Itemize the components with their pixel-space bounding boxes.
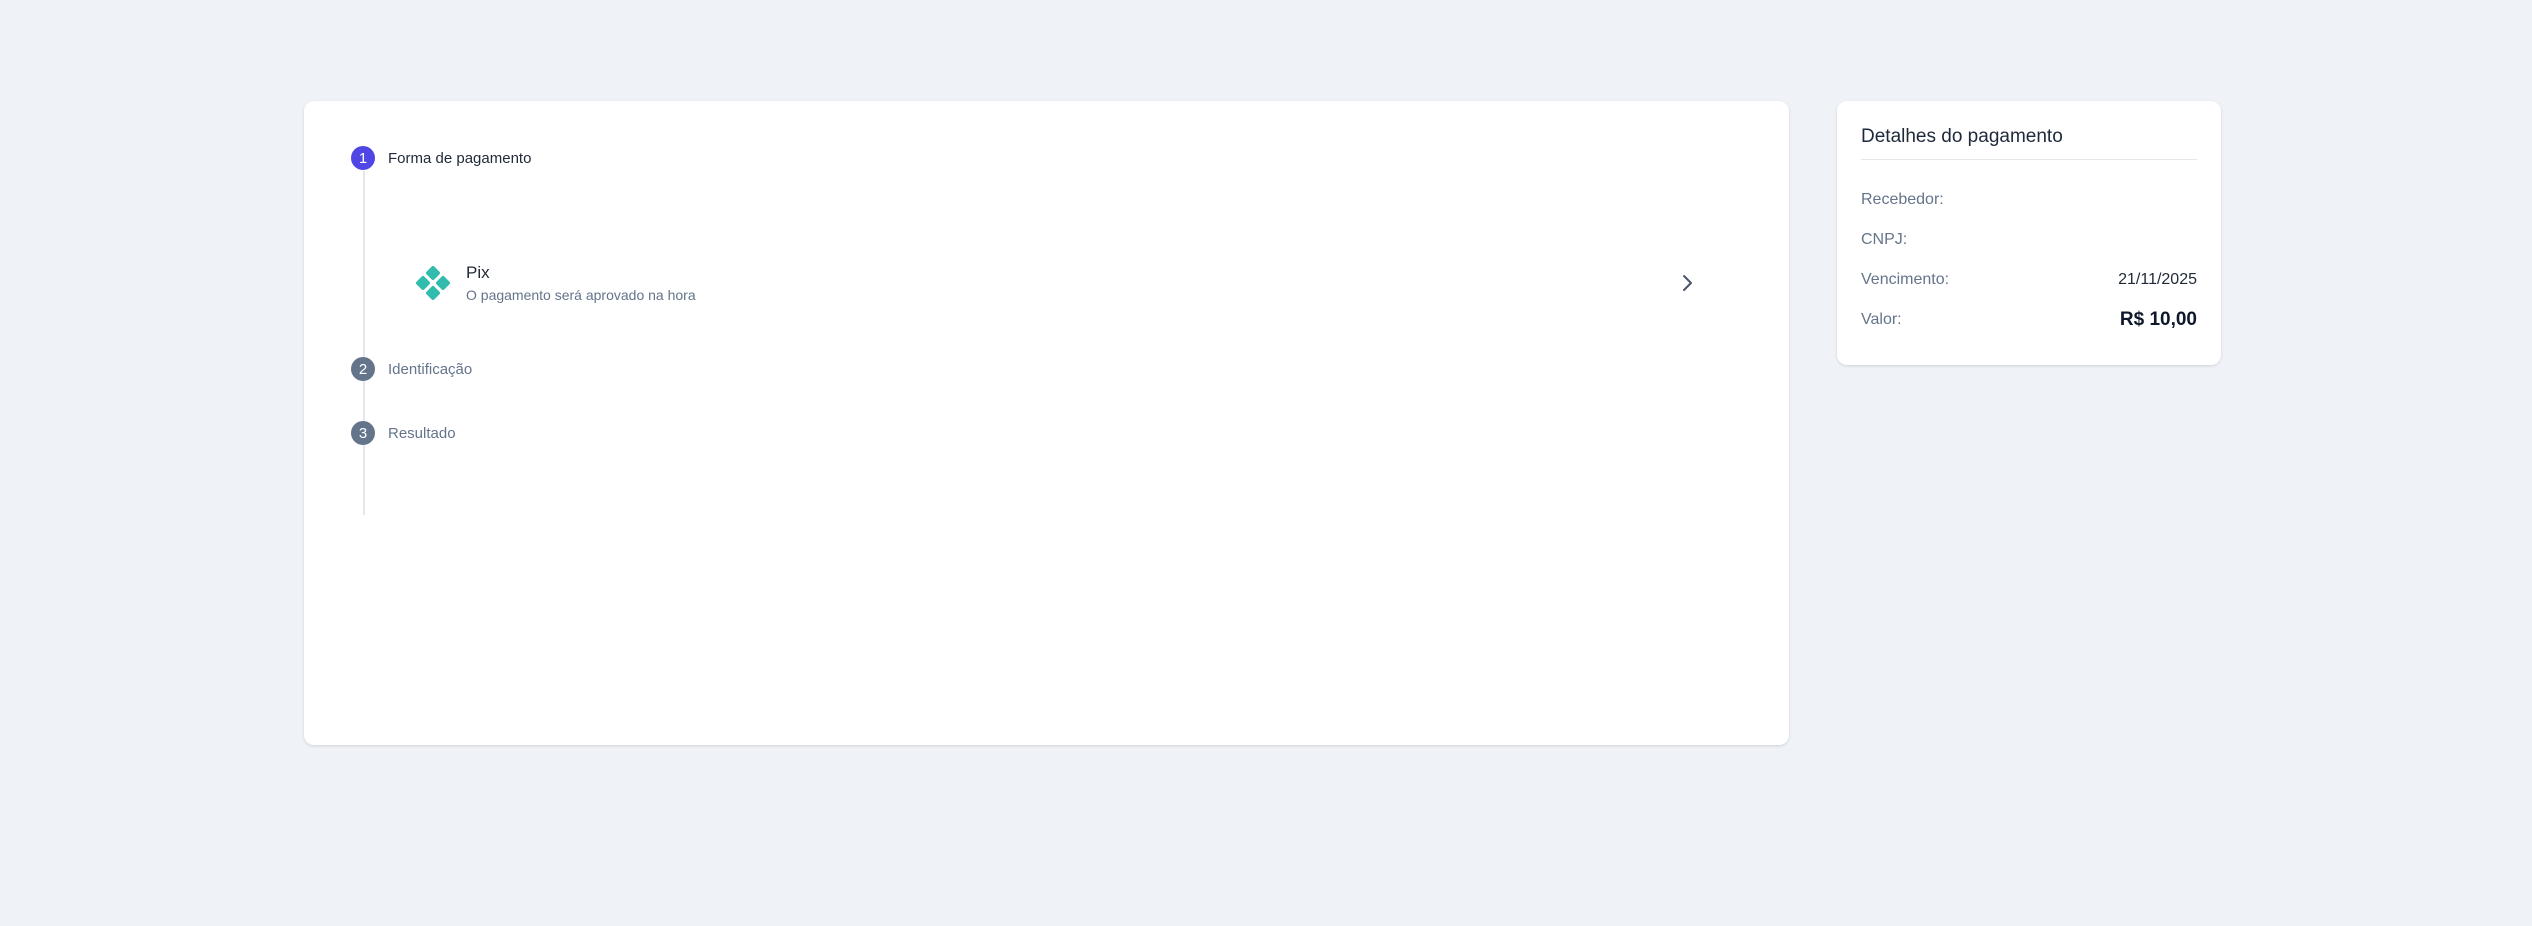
detail-value: 21/11/2025 (2118, 271, 2197, 288)
detail-value-amount: R$ 10,00 (2119, 309, 2197, 330)
payment-details-list: Recebedor: CNPJ: Vencimento: 21/11/2025 … (1861, 180, 2197, 340)
step-result: 3 Resultado (351, 421, 456, 445)
detail-row-amount: Valor: R$ 10,00 (1861, 300, 2197, 340)
checkout-steps-card: 1 Forma de pagamento Pix O pagamento ser… (304, 101, 1789, 745)
step-label: Identificação (388, 360, 473, 378)
step-label: Forma de pagamento (388, 149, 532, 167)
step-number-badge: 2 (351, 357, 375, 381)
detail-label: CNPJ: (1861, 231, 1908, 248)
step-payment-method: 1 Forma de pagamento (351, 146, 531, 170)
payment-details-card: Detalhes do pagamento Recebedor: CNPJ: V… (1837, 101, 2221, 365)
step-identification: 2 Identificação (351, 357, 472, 381)
detail-label: Recebedor: (1861, 191, 1944, 208)
step-number-badge: 3 (351, 421, 375, 445)
payment-option-title: Pix (466, 263, 490, 282)
step-number-badge: 1 (351, 146, 375, 170)
payment-details-title: Detalhes do pagamento (1861, 126, 2197, 160)
detail-label: Valor: (1861, 311, 1902, 328)
steps-timeline-line (363, 171, 365, 515)
payment-option-subtitle: O pagamento será aprovado na hora (466, 287, 696, 303)
pix-icon (416, 266, 450, 300)
payment-option-pix[interactable]: Pix O pagamento será aprovado na hora (404, 249, 1734, 317)
detail-row-recipient: Recebedor: (1861, 180, 2197, 220)
payment-option-text: Pix O pagamento será aprovado na hora (466, 262, 696, 304)
detail-label: Vencimento: (1861, 271, 1950, 288)
detail-row-cnpj: CNPJ: (1861, 220, 2197, 260)
detail-row-due-date: Vencimento: 21/11/2025 (1861, 260, 2197, 300)
chevron-right-icon[interactable] (1678, 271, 1696, 295)
step-label: Resultado (388, 424, 456, 442)
